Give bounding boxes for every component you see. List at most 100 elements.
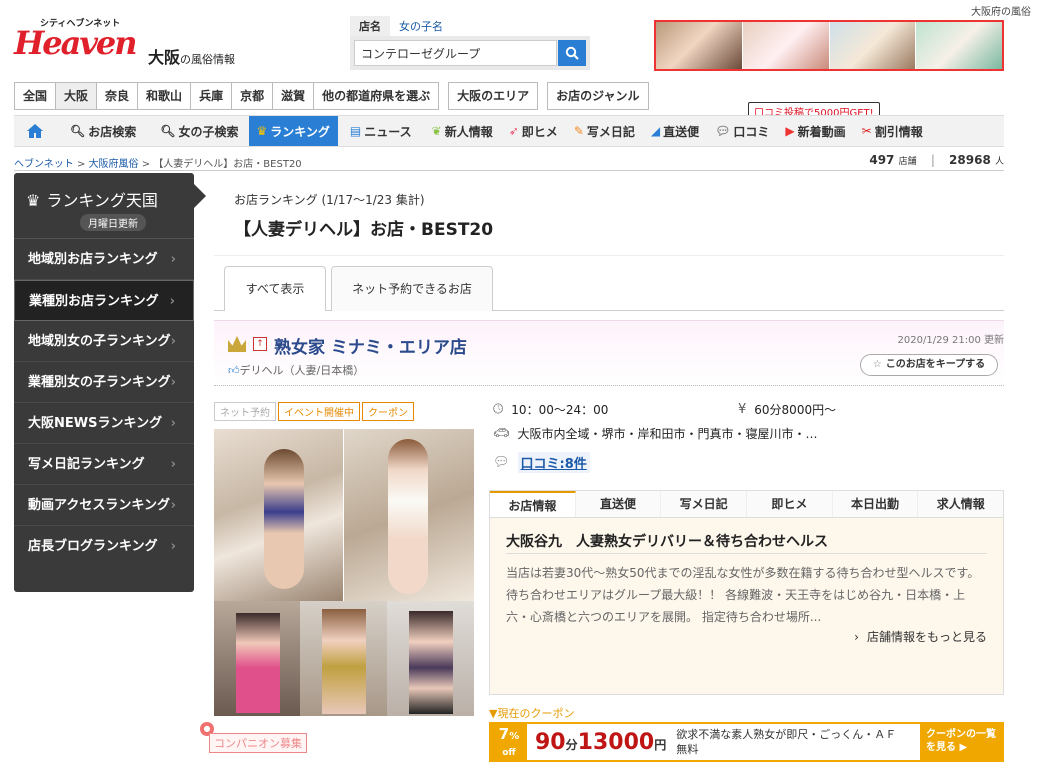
star-icon: ☆ [872, 359, 882, 370]
tab-shop-info[interactable]: お店情報 [490, 491, 576, 517]
ad-banner[interactable] [654, 20, 1004, 71]
nav-discounts[interactable]: ✂ 割引情報 [854, 116, 931, 146]
search-icon [565, 46, 579, 60]
pencil-icon: ✎ [573, 124, 584, 138]
sidebar-item-news[interactable]: 大阪NEWSランキング [14, 403, 194, 444]
tab-today-attendance[interactable]: 本日出勤 [833, 491, 919, 517]
banner-photo [829, 22, 917, 69]
sidebar-item-area-girl[interactable]: 地域別女の子ランキング [14, 321, 194, 362]
companion-recruit-link[interactable]: コンパニオン募集 [209, 733, 307, 753]
tab-net-reservation[interactable]: ネット予約できるお店 [331, 266, 493, 311]
nav-reviews[interactable]: 💬︎ 口コミ [707, 116, 777, 146]
search-tab-girl[interactable]: 女の子名 [390, 16, 452, 36]
search-tabs: 店名 女の子名 [350, 16, 452, 36]
nav-photo-diary[interactable]: ✎ 写メ日記 [566, 116, 643, 146]
sidebar-item-photo-diary[interactable]: 写メ日記ランキング [14, 444, 194, 485]
shop-photo[interactable] [214, 601, 300, 716]
search-tab-shop[interactable]: 店名 [350, 16, 390, 36]
tab-show-all[interactable]: すべて表示 [224, 266, 326, 311]
pref-link[interactable]: 奈良 [96, 82, 139, 110]
yen-icon: ¥ [738, 402, 747, 417]
clock-icon: 🕓︎ [493, 402, 504, 417]
pref-link[interactable]: 全国 [14, 82, 57, 110]
nav-ranking[interactable]: ♛ ランキング [248, 116, 338, 146]
ranking-sidebar: ♛ランキング天国 月曜日更新 地域別お店ランキング 業種別お店ランキング 地域別… [14, 173, 194, 592]
tab-photo-diary[interactable]: 写メ日記 [661, 491, 748, 517]
search-box [350, 36, 590, 70]
breadcrumb-link[interactable]: ヘブンネット [14, 159, 74, 170]
banner-photo [656, 22, 743, 69]
sidebar-title: ♛ ランキング天国 [26, 191, 158, 210]
tab-recruit[interactable]: 求人情報 [918, 491, 1003, 517]
nav-sokuhime[interactable]: ➶ 即ヒメ [501, 116, 566, 146]
update-badge: 月曜日更新 [80, 214, 146, 231]
nav-news[interactable]: ▤ ニュース [338, 116, 424, 146]
prefecture-row: 全国 大阪 奈良 和歌山 兵庫 京都 滋賀 他の都道府県を選ぶ 大阪のエリア お… [14, 82, 649, 110]
area-link[interactable]: 大阪のエリア [448, 82, 539, 110]
sidebar-item-genre-girl[interactable]: 業種別女の子ランキング [14, 362, 194, 403]
search-icon: 🔍︎ [70, 124, 86, 138]
badge-net-reservation: ネット予約 [214, 402, 276, 421]
keep-shop-button[interactable]: ☆ このお店をキープする [860, 354, 998, 376]
ranking-period: お店ランキング (1/17〜1/23 集計) [234, 193, 425, 207]
nav-new-girls[interactable]: ❦ 新人情報 [424, 116, 501, 146]
crown-icon: ♛ [256, 124, 268, 138]
page-title: 【人妻デリヘル】お店・BEST20 [234, 220, 494, 240]
home-link[interactable] [14, 116, 56, 146]
sidebar-item-video[interactable]: 動画アクセスランキング [14, 485, 194, 526]
site-logo[interactable]: シティヘブンネット Heaven [14, 14, 142, 70]
pref-link[interactable]: 和歌山 [137, 82, 192, 110]
shop-badges: ネット予約 イベント開催中 クーポン [214, 402, 414, 421]
news-icon: ▤ [349, 124, 362, 138]
sidebar-item-blog[interactable]: 店長ブログランキング [14, 526, 194, 567]
search-button[interactable] [558, 40, 586, 66]
coupon-label: ▼現在のクーポン [489, 707, 575, 720]
breadcrumb-link[interactable]: 大阪府風俗 [89, 159, 139, 170]
search-icon: 🔍︎ [160, 124, 176, 138]
banner-photo [742, 22, 830, 69]
nav-shop-search[interactable]: 🔍︎ お店検索 [56, 116, 150, 146]
reviews-link[interactable]: 口コミ:8件 [517, 452, 590, 473]
pref-link[interactable]: 京都 [231, 82, 274, 110]
sidebar-item-genre-shop[interactable]: 業種別お店ランキング [14, 280, 194, 322]
pref-link-other[interactable]: 他の都道府県を選ぶ [313, 82, 440, 110]
car-icon: 🚗︎ [493, 426, 510, 441]
sidebar-item-area-shop[interactable]: 地域別お店ランキング [14, 239, 194, 280]
speech-bubble-icon: 💬︎ [493, 455, 510, 470]
shop-photo[interactable] [344, 429, 474, 601]
shop-photo[interactable] [387, 601, 474, 716]
search-input[interactable] [354, 40, 557, 66]
coupon-list-button[interactable]: クーポンの一覧を見る ▶ [920, 724, 1002, 760]
coupon-box[interactable]: 7% off 90分13000円 欲求不満な素人熟女が即尺・ごっくん・ＡＦ無料 ク… [489, 722, 1004, 762]
nav-direct-mail[interactable]: ◢ 直送便 [643, 116, 707, 146]
breadcrumb: ヘブンネット > 大阪府風俗 > 【人妻デリヘル】お店・BEST20 [14, 159, 302, 170]
more-info-link[interactable]: › 店舗情報をもっと見る [854, 628, 987, 645]
logo-region: 大阪の風俗情報 [148, 48, 236, 67]
nav-new-videos[interactable]: ▶ 新着動画 [777, 116, 853, 146]
coupon-description: 欲求不満な素人熟女が即尺・ごっくん・ＡＦ無料 [676, 728, 897, 756]
shop-photo[interactable] [300, 601, 387, 716]
shop-name[interactable]: 熟女家 ミナミ・エリア店 [274, 333, 467, 358]
shop-photo[interactable] [214, 429, 343, 601]
badge-event: イベント開催中 [278, 402, 360, 421]
speech-bubble-icon: 💬︎ [715, 124, 731, 138]
thumbs-up-icon: 👍︎ [228, 364, 240, 377]
logo-wordmark: Heaven [14, 24, 138, 62]
tab-sokuhime[interactable]: 即ヒメ [747, 491, 833, 517]
pref-link-active[interactable]: 大阪 [55, 82, 98, 110]
reviews-row: 💬︎ 口コミ:8件 [493, 452, 590, 473]
pref-link[interactable]: 兵庫 [190, 82, 233, 110]
area-row: 🚗︎ 大阪市内全域・堺市・岸和田市・門真市・寝屋川市・… [493, 426, 818, 441]
chart-icon: ◢ [650, 124, 661, 138]
shop-description: 当店は若妻30代〜熟女50代までの淫乱な女性が多数在籍する待ち合わせ型ヘルスです… [506, 566, 980, 624]
divider [14, 170, 1004, 171]
main-nav: 🔍︎ お店検索 🔍︎ 女の子検索 ♛ ランキング ▤ ニュース ❦ 新人情報 ➶ 即ヒメ ✎… [14, 115, 1004, 147]
nav-girl-search[interactable]: 🔍︎ 女の子検索 [150, 116, 248, 146]
sidebar-pointer [194, 184, 206, 208]
coupon-discount: 7% off [491, 724, 527, 760]
badge-coupon: クーポン [362, 402, 414, 421]
genre-link[interactable]: お店のジャンル [547, 82, 649, 110]
sidebar-header: ♛ ランキング天国 月曜日更新 [14, 173, 194, 239]
tab-direct-mail[interactable]: 直送便 [576, 491, 662, 517]
pref-link[interactable]: 滋賀 [272, 82, 315, 110]
